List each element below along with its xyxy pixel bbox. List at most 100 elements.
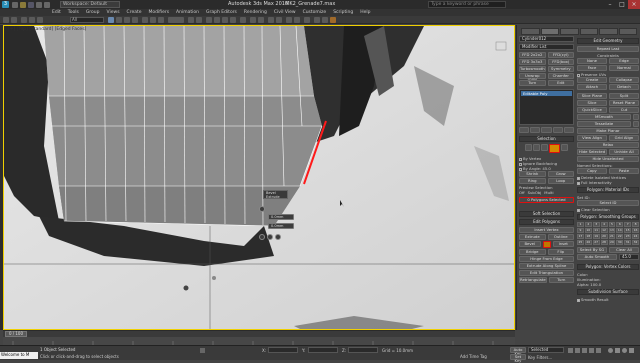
constraint-edge-radio[interactable]: Edge (609, 58, 639, 64)
ffd-cyl-button[interactable]: FFD(cyl) (547, 52, 574, 58)
sg-button-7[interactable]: 7 (624, 222, 632, 227)
edit-polygons-rollout[interactable]: Edit Polygons (519, 219, 574, 225)
create-tab-icon[interactable] (521, 28, 540, 35)
inset-button[interactable]: Inset (552, 241, 574, 247)
sg-button-4[interactable]: 4 (600, 222, 608, 227)
auto-key-button[interactable]: Auto Key (510, 347, 526, 356)
sg-button-26[interactable]: 26 (584, 240, 592, 245)
soft-selection-rollout[interactable]: Soft Selection (519, 211, 574, 217)
menu-civil-view[interactable]: Civil View (274, 10, 296, 15)
slice-button[interactable]: Slice (577, 100, 607, 106)
sg-button-12[interactable]: 12 (600, 228, 608, 233)
curve-editor-icon[interactable] (286, 17, 292, 23)
create-button[interactable]: Create (577, 77, 607, 83)
preview-subobj-radio[interactable]: SubObj (528, 190, 542, 195)
bridge-button[interactable]: Bridge (519, 249, 546, 255)
select-by-name-icon[interactable] (116, 17, 122, 23)
align-icon[interactable] (258, 17, 264, 23)
snap-toggle-icon[interactable] (206, 17, 212, 23)
window-crossing-icon[interactable] (132, 17, 138, 23)
smooth-result-checkbox[interactable]: Smooth Result (577, 297, 639, 302)
close-icon[interactable]: × (628, 0, 640, 9)
loop-button[interactable]: Loop (547, 178, 574, 184)
vertex-mode-icon[interactable] (525, 144, 532, 151)
hierarchy-tab-icon[interactable] (560, 28, 579, 35)
sg-button-25[interactable]: 25 (577, 240, 584, 245)
rotate-icon[interactable] (150, 17, 156, 23)
link-icon[interactable] (21, 17, 27, 23)
maximize-icon[interactable]: □ (616, 0, 628, 9)
save-file-icon[interactable] (28, 1, 34, 8)
lock-selection-icon[interactable] (200, 348, 205, 353)
symmetry-button[interactable]: Symmetry (547, 66, 574, 72)
select-object-icon[interactable] (108, 17, 114, 23)
undo-icon[interactable] (36, 1, 42, 8)
workspace-selector[interactable]: Workspace: Default (60, 1, 120, 8)
viewport-label[interactable]: [+] [Top] [Standard] [Edged Faces] (8, 27, 86, 32)
percent-snap-icon[interactable] (222, 17, 228, 23)
sg-button-21[interactable]: 21 (608, 234, 616, 239)
ring-button[interactable]: Ring (519, 178, 546, 184)
sg-button-27[interactable]: 27 (592, 240, 600, 245)
coordinate-system-icon[interactable] (168, 17, 184, 23)
auto-smooth-value[interactable]: 45.0 (619, 254, 639, 260)
play-icon[interactable] (582, 348, 587, 353)
open-file-icon[interactable] (20, 1, 26, 8)
stack-item-editable-poly[interactable]: Editable Poly (521, 91, 572, 96)
motion-tab-icon[interactable] (579, 28, 598, 35)
pin-stack-icon[interactable] (519, 127, 530, 133)
sg-button-19[interactable]: 19 (592, 234, 600, 239)
subdivision-surface-rollout[interactable]: Subdivision Surface (577, 289, 639, 295)
alpha-value[interactable]: 100.0 (590, 282, 601, 287)
maximize-viewport-icon[interactable] (629, 348, 634, 353)
menu-scripting[interactable]: Scripting (333, 10, 353, 15)
menu-views[interactable]: Views (107, 10, 120, 15)
menu-customize[interactable]: Customize (303, 10, 327, 15)
mirror-icon[interactable] (250, 17, 256, 23)
msmooth-settings-icon[interactable] (633, 114, 639, 120)
material-editor-icon[interactable] (304, 17, 310, 23)
pivot-center-icon[interactable] (188, 17, 194, 23)
constraint-none-radio[interactable]: None (577, 58, 607, 64)
slice-plane-button[interactable]: Slice Plane (577, 93, 607, 99)
configure-modifier-sets-icon[interactable] (563, 127, 575, 133)
edit-triangulation-button[interactable]: Edit Triangulation (519, 270, 574, 276)
select-by-sg-button[interactable]: Select By SG (577, 247, 607, 253)
retriangulate-button[interactable]: Retriangulate (519, 277, 547, 283)
sg-button-15[interactable]: 15 (624, 228, 632, 233)
grow-button[interactable]: Grow (547, 171, 574, 177)
sg-button-3[interactable]: 3 (592, 222, 600, 227)
make-unique-icon[interactable] (541, 127, 552, 133)
insert-vertex-button[interactable]: Insert Vertex (519, 227, 574, 233)
full-interactivity-checkbox[interactable]: Full Interactivity (577, 180, 639, 185)
layer-manager-icon[interactable] (268, 17, 274, 23)
menu-animation[interactable]: Animation (176, 10, 199, 15)
menu-help[interactable]: Help (360, 10, 370, 15)
reset-plane-button[interactable]: Reset Plane (609, 100, 639, 106)
hide-unselected-button[interactable]: Hide Unselected (577, 156, 639, 162)
sg-button-11[interactable]: 11 (592, 228, 600, 233)
rectangular-selection-icon[interactable] (124, 17, 130, 23)
caddy-spinner-1[interactable]: 0.0mm (268, 214, 294, 220)
scale-icon[interactable] (158, 17, 164, 23)
polygon-mode-icon[interactable] (549, 144, 560, 153)
repeat-last-button[interactable]: Repeat Last (577, 46, 639, 52)
turbosmooth-button[interactable]: Turbosmooth (519, 66, 546, 72)
modifier-stack[interactable]: Editable Poly (519, 89, 574, 125)
sg-button-32[interactable]: 32 (632, 240, 639, 245)
pan-icon[interactable] (615, 348, 620, 353)
sg-button-5[interactable]: 5 (608, 222, 616, 227)
sg-button-2[interactable]: 2 (584, 222, 592, 227)
render-setup-icon[interactable] (314, 17, 320, 23)
extrude-along-spline-button[interactable]: Extrude Along Spline (519, 263, 574, 269)
selection-rollout-header[interactable]: Selection (519, 136, 574, 142)
caddy-cancel-icon[interactable] (275, 234, 281, 240)
zoom-icon[interactable] (608, 348, 613, 353)
sg-button-1[interactable]: 1 (577, 222, 584, 227)
sg-button-20[interactable]: 20 (600, 234, 608, 239)
menu-rendering[interactable]: Rendering (244, 10, 267, 15)
move-icon[interactable] (142, 17, 148, 23)
menu-edit[interactable]: Edit (52, 10, 61, 15)
show-end-result-icon[interactable] (530, 127, 541, 133)
z-coordinate-field[interactable] (348, 347, 378, 353)
